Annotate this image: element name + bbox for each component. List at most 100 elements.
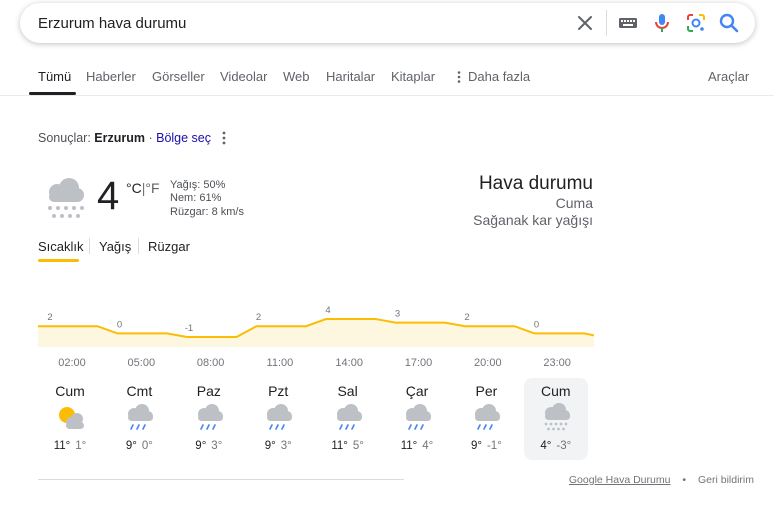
forecast-temps: 9° 3° (177, 440, 241, 452)
tabs-divider (0, 95, 774, 96)
chart-value-label: 0 (117, 319, 122, 330)
forecast-day-name: Sal (337, 383, 358, 399)
results-prefix: Sonuçlar: (38, 131, 91, 145)
google-lens-icon[interactable] (684, 11, 708, 35)
results-location: Erzurum (94, 131, 145, 145)
search-input[interactable]: Erzurum hava durumu (38, 15, 186, 32)
chart-time-label: 20:00 (474, 357, 502, 369)
chart-value-label: 3 (395, 309, 400, 320)
forecast-day[interactable]: Çar 11° 4° (385, 378, 449, 460)
snow-icon (544, 403, 570, 431)
footer-divider (38, 479, 404, 480)
results-location-line: Sonuçlar: Erzurum · Bölge seç (38, 131, 211, 145)
forecast-temps: 11° 1° (38, 440, 102, 452)
rain-icon (475, 404, 501, 430)
forecast-high: 9° (470, 440, 482, 452)
search-icon[interactable] (717, 11, 741, 35)
feedback-link[interactable]: Geri bildirim (698, 474, 754, 486)
forecast-temps: 9° -1° (454, 440, 518, 452)
forecast-day-name: Per (475, 383, 498, 399)
forecast-day[interactable]: Sal 11° 5° (316, 378, 380, 460)
unit-toggle[interactable]: °C|°F (126, 180, 160, 196)
chart-value-label: 4 (325, 305, 330, 316)
forecast-high: 11° (331, 440, 348, 452)
active-weather-tab-indicator (38, 259, 79, 262)
forecast-day-name: Çar (405, 383, 429, 399)
current-temperature: 4 (97, 174, 120, 218)
forecast-day[interactable]: Paz 9° 3° (177, 378, 241, 460)
forecast-low: -1° (486, 440, 502, 452)
chart-time-label: 14:00 (335, 357, 363, 369)
results-separator: · (145, 131, 157, 145)
tab-temperature[interactable]: Sıcaklık (38, 239, 84, 254)
tab-more[interactable]: Daha fazla (468, 69, 530, 84)
forecast-day[interactable]: Cmt 9° 0° (107, 378, 171, 460)
precipitation-detail: Yağış: 50% (170, 179, 226, 191)
forecast-day[interactable]: Per 9° -1° (454, 378, 518, 460)
rain-icon (406, 404, 431, 430)
forecast-day[interactable]: Cum 11° 1° (38, 378, 102, 460)
partly-cloudy-icon (59, 407, 84, 429)
rain-icon (128, 404, 154, 430)
forecast-day[interactable]: Pzt 9° 3° (246, 378, 310, 460)
rain-icon (336, 404, 362, 430)
tab-all[interactable]: Tümü (38, 69, 71, 84)
forecast-high: 11° (400, 440, 418, 452)
forecast-low: 0° (141, 440, 153, 452)
search-box[interactable]: Erzurum hava durumu (20, 3, 755, 43)
forecast-temps: 9° 3° (246, 440, 310, 452)
tools-button[interactable]: Araçlar (708, 69, 749, 84)
forecast-day-name: Cmt (126, 383, 153, 399)
forecast-high: 11° (53, 440, 71, 452)
tab-precipitation[interactable]: Yağış (99, 239, 131, 254)
forecast-temps: 4° -3° (524, 440, 588, 452)
chart-value-label: 2 (47, 312, 52, 323)
chart-value-label: -1 (185, 323, 193, 334)
humidity-detail: Nem: 61% (170, 192, 222, 204)
unit-fahrenheit[interactable]: °F (145, 180, 159, 196)
forecast-high: 9° (264, 440, 276, 452)
wind-detail: Rüzgar: 8 km/s (170, 206, 244, 218)
forecast-low: 3° (280, 440, 292, 452)
forecast-low: 4° (422, 440, 434, 452)
tab-news[interactable]: Haberler (86, 69, 136, 84)
chart-time-label: 02:00 (58, 357, 86, 369)
tab-books[interactable]: Kitaplar (391, 69, 435, 84)
forecast-day-name: Cum (541, 383, 571, 399)
chart-time-label: 17:00 (404, 357, 433, 369)
unit-celsius[interactable]: °C (126, 180, 142, 196)
more-options-icon[interactable] (221, 130, 227, 146)
tab-web[interactable]: Web (283, 69, 310, 84)
chart-time-label: 23:00 (543, 357, 571, 369)
forecast-day-name: Pzt (268, 383, 289, 399)
forecast-day[interactable]: Cum 4° -3° (523, 378, 588, 460)
keyboard-icon[interactable] (616, 11, 640, 35)
tab-videos[interactable]: Videolar (220, 69, 267, 84)
weather-day: Cuma (555, 195, 593, 211)
forecast-low: 5° (352, 440, 364, 452)
weather-condition: Sağanak kar yağışı (473, 212, 593, 228)
google-weather-link[interactable]: Google Hava Durumu (569, 474, 671, 486)
chart-time-label: 08:00 (196, 357, 225, 369)
choose-region-link[interactable]: Bölge seç (156, 131, 211, 145)
clear-icon[interactable] (573, 11, 597, 35)
forecast-high: 9° (125, 440, 137, 452)
forecast-high: 4° (540, 440, 552, 452)
chart-time-label: 05:00 (127, 357, 156, 369)
rain-icon (197, 404, 223, 430)
rain-icon (267, 404, 293, 430)
tab-images[interactable]: Görseller (152, 69, 205, 84)
weather-tab-divider (138, 238, 139, 254)
chart-value-label: 2 (464, 312, 469, 323)
microphone-icon[interactable] (650, 11, 674, 35)
weather-tab-divider (89, 238, 90, 254)
tab-wind[interactable]: Rüzgar (148, 239, 190, 254)
forecast-low: -3° (556, 440, 572, 452)
forecast-low: 3° (211, 440, 223, 452)
forecast-high: 9° (195, 440, 207, 452)
forecast-temps: 9° 0° (107, 440, 171, 452)
search-divider (606, 10, 607, 36)
more-vert-icon[interactable] (455, 70, 463, 84)
forecast-temps: 11° 4° (385, 440, 449, 452)
tab-maps[interactable]: Haritalar (326, 69, 375, 84)
